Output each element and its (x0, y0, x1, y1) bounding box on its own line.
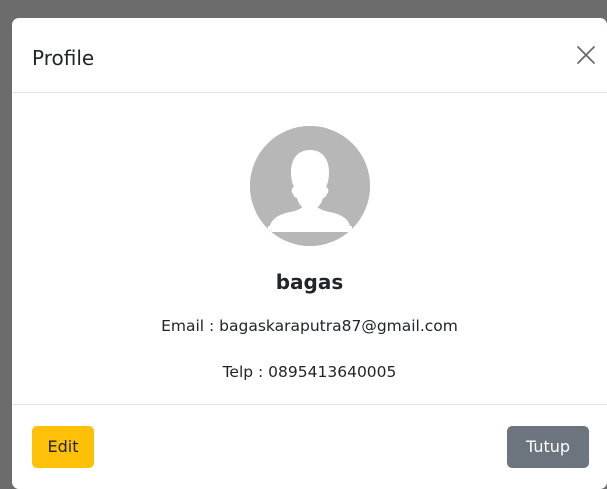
profile-phone: Telp : 0895413640005 (222, 363, 397, 381)
edit-button[interactable]: Edit (32, 426, 94, 468)
profile-email: Email : bagaskaraputra87@gmail.com (161, 317, 458, 335)
modal-footer: Edit Tutup (12, 404, 607, 489)
user-silhouette-icon (250, 126, 370, 246)
modal-body: bagas Email : bagaskaraputra87@gmail.com… (12, 93, 607, 404)
avatar (250, 126, 370, 246)
profile-modal: Profile bagas Email : bagaskaraputra87@g… (12, 18, 607, 489)
modal-title: Profile (32, 46, 95, 70)
close-icon (577, 46, 595, 64)
close-button[interactable] (571, 40, 601, 70)
profile-username: bagas (275, 270, 344, 294)
close-modal-button[interactable]: Tutup (507, 426, 589, 468)
modal-header: Profile (12, 18, 607, 93)
